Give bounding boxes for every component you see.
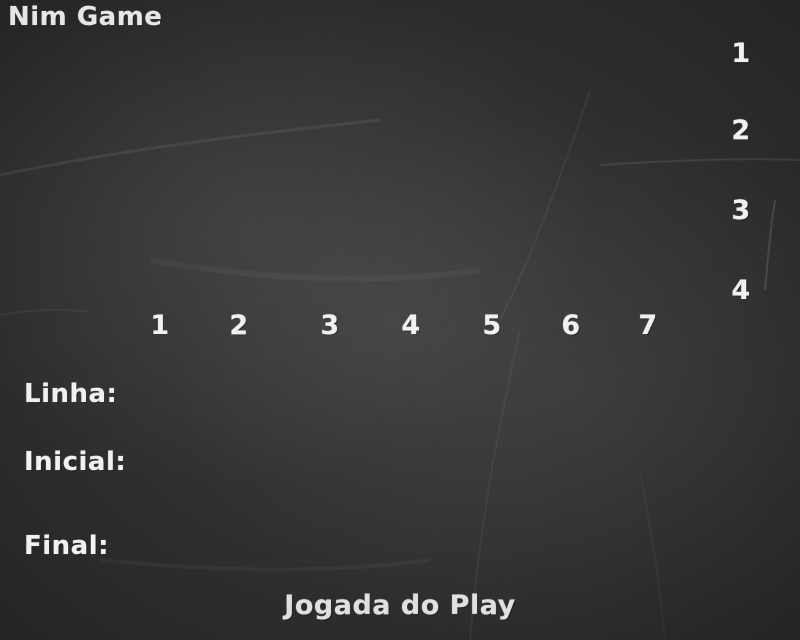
game-title: Nim Game xyxy=(8,2,163,32)
line-label: Linha: xyxy=(24,379,118,409)
column-label-5[interactable]: 5 xyxy=(477,310,507,341)
column-label-4[interactable]: 4 xyxy=(396,310,426,341)
column-label-1[interactable]: 1 xyxy=(145,310,175,341)
final-label: Final: xyxy=(24,531,110,561)
column-label-2[interactable]: 2 xyxy=(224,310,254,341)
turn-status: Jogada do Play xyxy=(284,590,516,621)
row-label-4[interactable]: 4 xyxy=(726,275,756,306)
column-label-6[interactable]: 6 xyxy=(556,310,586,341)
row-label-1[interactable]: 1 xyxy=(726,38,756,69)
row-label-3[interactable]: 3 xyxy=(726,195,756,226)
column-label-7[interactable]: 7 xyxy=(633,310,663,341)
row-label-2[interactable]: 2 xyxy=(726,115,756,146)
initial-label: Inicial: xyxy=(24,447,127,477)
column-label-3[interactable]: 3 xyxy=(315,310,345,341)
